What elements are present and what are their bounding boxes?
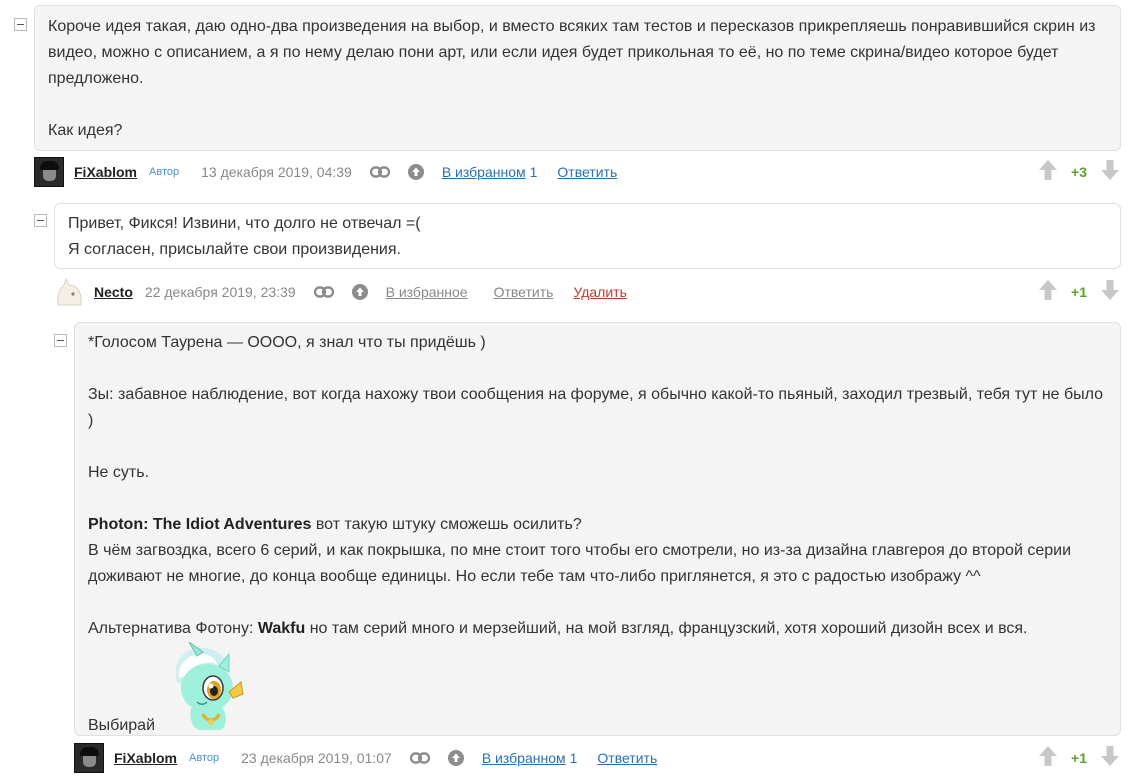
thumb-down-arrow-icon[interactable] [1101, 279, 1119, 305]
author-role-badge: Автор [189, 752, 220, 764]
comment-meta: Necto 22 декабря 2019, 23:39 В избранное… [54, 277, 627, 307]
author-name[interactable]: FiXablom [114, 750, 177, 766]
collapse-button[interactable] [54, 334, 67, 347]
comment-score: +3 [1071, 164, 1087, 180]
comment-text-fragment: Альтернатива Фотону: [88, 620, 258, 637]
comment-text: Photon: The Idiot Adventures вот такую ш… [88, 512, 1106, 538]
collapse-button[interactable] [34, 214, 47, 227]
show-title: Wakfu [257, 620, 306, 637]
comment-text-fragment: Выбирай [88, 717, 156, 734]
author-role-badge: Автор [149, 166, 180, 178]
comment-text: Короче идея такая, даю одно-два произвед… [48, 18, 1096, 87]
avatar[interactable] [54, 277, 84, 307]
comment-text: *Голосом Таурена — ОООО, я знал что ты п… [88, 334, 486, 351]
favorite-count: 1 [569, 750, 578, 766]
collapse-button[interactable] [14, 18, 27, 31]
comment-body: *Голосом Таурена — ОООО, я знал что ты п… [74, 322, 1121, 736]
vote-box: +1 [1039, 743, 1119, 773]
thumb-up-arrow-icon[interactable] [1039, 745, 1058, 771]
vote-box: +3 [1039, 157, 1119, 187]
comment-score: +1 [1071, 750, 1087, 766]
link-icon[interactable] [409, 752, 430, 764]
favorite-link[interactable]: В избранном [442, 164, 526, 180]
add-favorite-link[interactable]: В избранное [386, 284, 468, 300]
avatar[interactable] [34, 157, 64, 187]
author-name[interactable]: Necto [94, 284, 133, 300]
scroll-up-icon[interactable] [351, 284, 368, 300]
comment-meta: FiXablom Автор 23 декабря 2019, 01:07 В … [74, 743, 677, 773]
thumb-down-arrow-icon[interactable] [1101, 745, 1119, 771]
link-icon[interactable] [369, 166, 390, 178]
thumb-up-arrow-icon[interactable] [1039, 279, 1058, 305]
comment-text: Не суть. [88, 464, 150, 481]
reply-link[interactable]: Ответить [494, 284, 554, 300]
vote-box: +1 [1039, 277, 1119, 307]
delete-link[interactable]: Удалить [573, 284, 626, 300]
scroll-up-icon[interactable] [447, 750, 464, 766]
thumb-down-arrow-icon[interactable] [1101, 159, 1119, 185]
reply-link[interactable]: Ответить [597, 750, 657, 766]
thumb-up-arrow-icon[interactable] [1039, 159, 1058, 185]
comment-body: Короче идея такая, даю одно-два произвед… [34, 5, 1121, 151]
comment-text: В чём загвоздка, всего 6 серий, и как по… [88, 542, 1071, 585]
comment-text: Альтернатива Фотону: Wakfu но там серий … [88, 616, 1106, 642]
comment-score: +1 [1071, 284, 1087, 300]
comment-text: Привет, Фикся! Извини, что долго не отве… [68, 215, 421, 232]
comment-date[interactable]: 23 декабря 2019, 01:07 [241, 750, 392, 766]
avatar[interactable] [74, 743, 104, 773]
comment-text-fragment: вот такую штуку сможешь осилить? [311, 516, 582, 533]
link-icon[interactable] [313, 286, 334, 298]
comment-date[interactable]: 13 декабря 2019, 04:39 [201, 164, 352, 180]
comment-text: Выбирай [88, 641, 1106, 739]
pony-emoticon-image [167, 641, 253, 739]
comment-date[interactable]: 22 декабря 2019, 23:39 [145, 284, 296, 300]
favorite-link[interactable]: В избранном [482, 750, 566, 766]
comment-text: Я согласен, присылайте свои произвидения… [68, 241, 401, 258]
show-title: Photon: The Idiot Adventures [88, 516, 312, 533]
favorite-count: 1 [529, 164, 538, 180]
reply-link[interactable]: Ответить [557, 164, 617, 180]
comment-text-fragment: но там серий много и мерзейший, на мой в… [305, 620, 1028, 637]
author-name[interactable]: FiXablom [74, 164, 137, 180]
scroll-up-icon[interactable] [407, 164, 424, 180]
comment-body: Привет, Фикся! Извини, что долго не отве… [54, 203, 1121, 269]
comment-meta: FiXablom Автор 13 декабря 2019, 04:39 В … [34, 157, 637, 187]
comment-text: Зы: забавное наблюдение, вот когда нахож… [88, 386, 1104, 429]
comment-text: Как идея? [48, 122, 123, 139]
